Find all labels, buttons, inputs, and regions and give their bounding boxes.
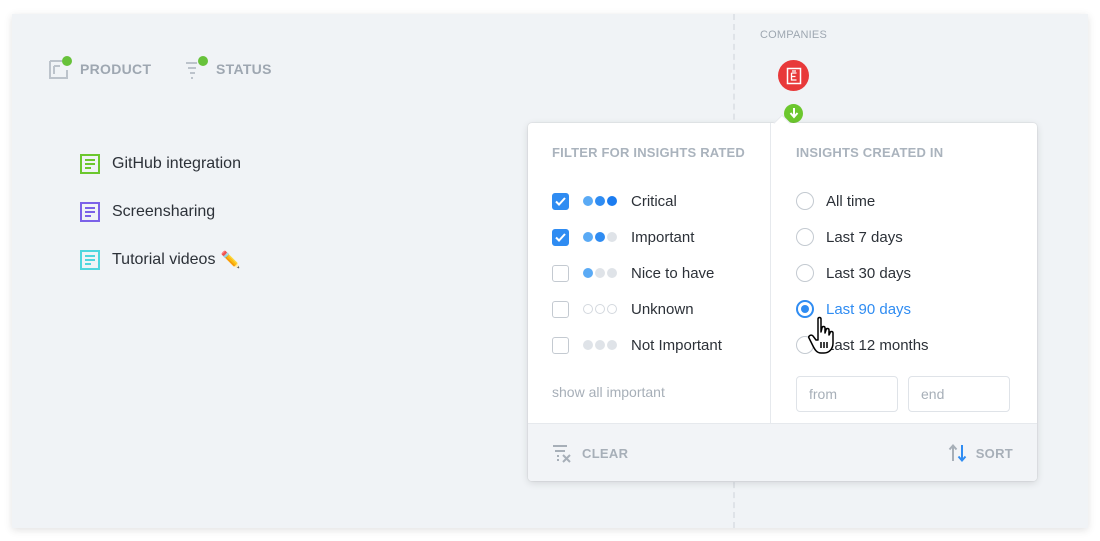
sort-label: SORT <box>975 445 1013 461</box>
rating-dots-icon <box>583 196 617 206</box>
radio[interactable] <box>796 192 814 210</box>
product-filter-button[interactable]: PRODUCT <box>48 56 152 80</box>
date-option-all-time[interactable]: All time <box>796 191 875 211</box>
date-option-label: All time <box>826 192 876 210</box>
clear-label: CLEAR <box>582 445 629 461</box>
rating-option-not-important[interactable]: Not Important <box>552 335 722 355</box>
check-icon <box>555 232 566 242</box>
hand-pointer-cursor-icon <box>808 316 834 354</box>
rating-filter-section: FILTER FOR INSIGHTS RATED Critical Impor… <box>528 123 771 423</box>
company-avatar[interactable] <box>778 60 809 91</box>
rating-option-label: Not Important <box>631 336 722 354</box>
rating-filter-title: FILTER FOR INSIGHTS RATED <box>552 145 746 160</box>
rating-option-label: Nice to have <box>631 264 715 282</box>
arrow-down-icon <box>789 108 798 119</box>
checkbox[interactable] <box>552 192 569 210</box>
date-option-label: Last 90 days <box>826 300 912 318</box>
product-item-label: GitHub integration <box>112 155 241 172</box>
product-item[interactable]: GitHub integration <box>80 140 241 188</box>
radio[interactable] <box>796 264 814 282</box>
date-filter-title: INSIGHTS CREATED IN <box>796 145 944 160</box>
rating-dots-icon <box>583 232 617 242</box>
checkbox[interactable] <box>552 336 569 354</box>
rating-dots-icon <box>583 304 617 314</box>
rating-option-important[interactable]: Important <box>552 227 694 247</box>
rating-dots-icon <box>583 340 617 350</box>
clear-filter-icon <box>553 445 571 463</box>
date-option-last-7-days[interactable]: Last 7 days <box>796 227 903 247</box>
feature-icon <box>80 250 100 270</box>
product-item-label: Tutorial videos <box>112 251 216 268</box>
rating-option-label: Important <box>631 228 695 246</box>
rating-option-nice-to-have[interactable]: Nice to have <box>552 263 714 283</box>
checkbox[interactable] <box>552 300 569 318</box>
product-list: GitHub integration Screensharing Tutoria… <box>80 140 241 284</box>
product-board-icon <box>48 56 72 80</box>
date-option-label: Last 7 days <box>826 228 903 246</box>
product-item-label: Screensharing <box>112 203 216 220</box>
sort-button[interactable]: SORT <box>948 443 1013 463</box>
check-icon <box>555 196 566 206</box>
product-filter-label: PRODUCT <box>80 61 152 77</box>
companies-column-header: COMPANIES <box>760 29 827 41</box>
date-option-label: Last 30 days <box>826 264 912 282</box>
status-filter-button[interactable]: STATUS <box>184 56 272 80</box>
status-filter-icon <box>184 56 208 80</box>
checkbox[interactable] <box>552 228 569 246</box>
rating-dots-icon <box>583 268 617 278</box>
from-date-input[interactable] <box>796 376 898 412</box>
date-option-last-30-days[interactable]: Last 30 days <box>796 263 911 283</box>
clear-button[interactable]: CLEAR <box>552 443 628 463</box>
active-indicator <box>198 56 208 66</box>
feature-icon <box>80 154 100 174</box>
company-e-icon <box>786 67 801 84</box>
status-filter-label: STATUS <box>216 61 272 77</box>
rating-option-unknown[interactable]: Unknown <box>552 299 694 319</box>
end-date-input[interactable] <box>908 376 1010 412</box>
rating-option-label: Unknown <box>631 300 694 318</box>
product-item[interactable]: Tutorial videos ✏️ <box>80 236 241 284</box>
rating-option-label: Critical <box>631 192 677 210</box>
popover-footer: CLEAR SORT <box>528 423 1037 481</box>
filter-popover: FILTER FOR INSIGHTS RATED Critical Impor… <box>528 114 1037 481</box>
product-item[interactable]: Screensharing <box>80 188 241 236</box>
show-all-important-link[interactable]: show all important <box>552 384 665 400</box>
rating-option-critical[interactable]: Critical <box>552 191 677 211</box>
sort-icon <box>948 443 966 463</box>
checkbox[interactable] <box>552 264 569 282</box>
feature-icon <box>80 202 100 222</box>
date-filter-section: INSIGHTS CREATED IN All time Last 7 days… <box>772 123 1037 423</box>
radio[interactable] <box>796 228 814 246</box>
pencil-icon: ✏️ <box>220 252 241 269</box>
active-indicator <box>62 56 72 66</box>
